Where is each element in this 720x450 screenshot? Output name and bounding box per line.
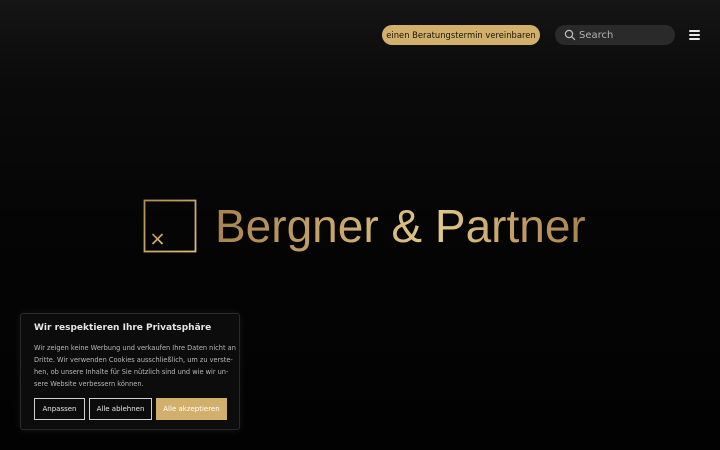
accept-all-cookies-button[interactable]: Alle akzeptieren [156,398,227,420]
book-consultation-button[interactable]: einen Beratungstermin vereinbaren [382,25,540,45]
cookie-consent-banner: Wir respektieren Ihre Privatsphäre Wir z… [20,313,240,430]
cookie-text-line: sere Website verbessern können. [34,380,144,388]
search-icon [564,29,576,41]
cookie-banner-title: Wir respektieren Ihre Privatsphäre [34,323,212,333]
search-input[interactable] [579,25,669,45]
brand-logo[interactable]: Bergner & Partner [143,197,586,257]
site-header: einen Beratungstermin vereinbaren [0,0,720,70]
calculator-symbols-icon [143,199,197,253]
cookie-button-row: Anpassen Alle ablehnen Alle akzeptieren [34,398,230,420]
hamburger-menu-icon[interactable] [688,29,702,41]
cookie-text-line: hen, ob unsere Inhalte für Sie nützlich … [34,368,229,376]
search-box[interactable] [555,25,675,45]
cookie-text-line: Dritte. Wir verwenden Cookies ausschließ… [34,356,233,364]
page: einen Beratungstermin vereinbaren Search… [0,0,720,450]
cookie-text-line: Wir zeigen keine Werbung und verkaufen I… [34,344,236,352]
reject-all-cookies-button[interactable]: Alle ablehnen [89,398,152,420]
brand-name: Bergner & Partner [215,197,586,255]
customize-cookies-button[interactable]: Anpassen [34,398,85,420]
cookie-banner-text: Wir zeigen keine Werbung und verkaufen I… [34,342,236,390]
